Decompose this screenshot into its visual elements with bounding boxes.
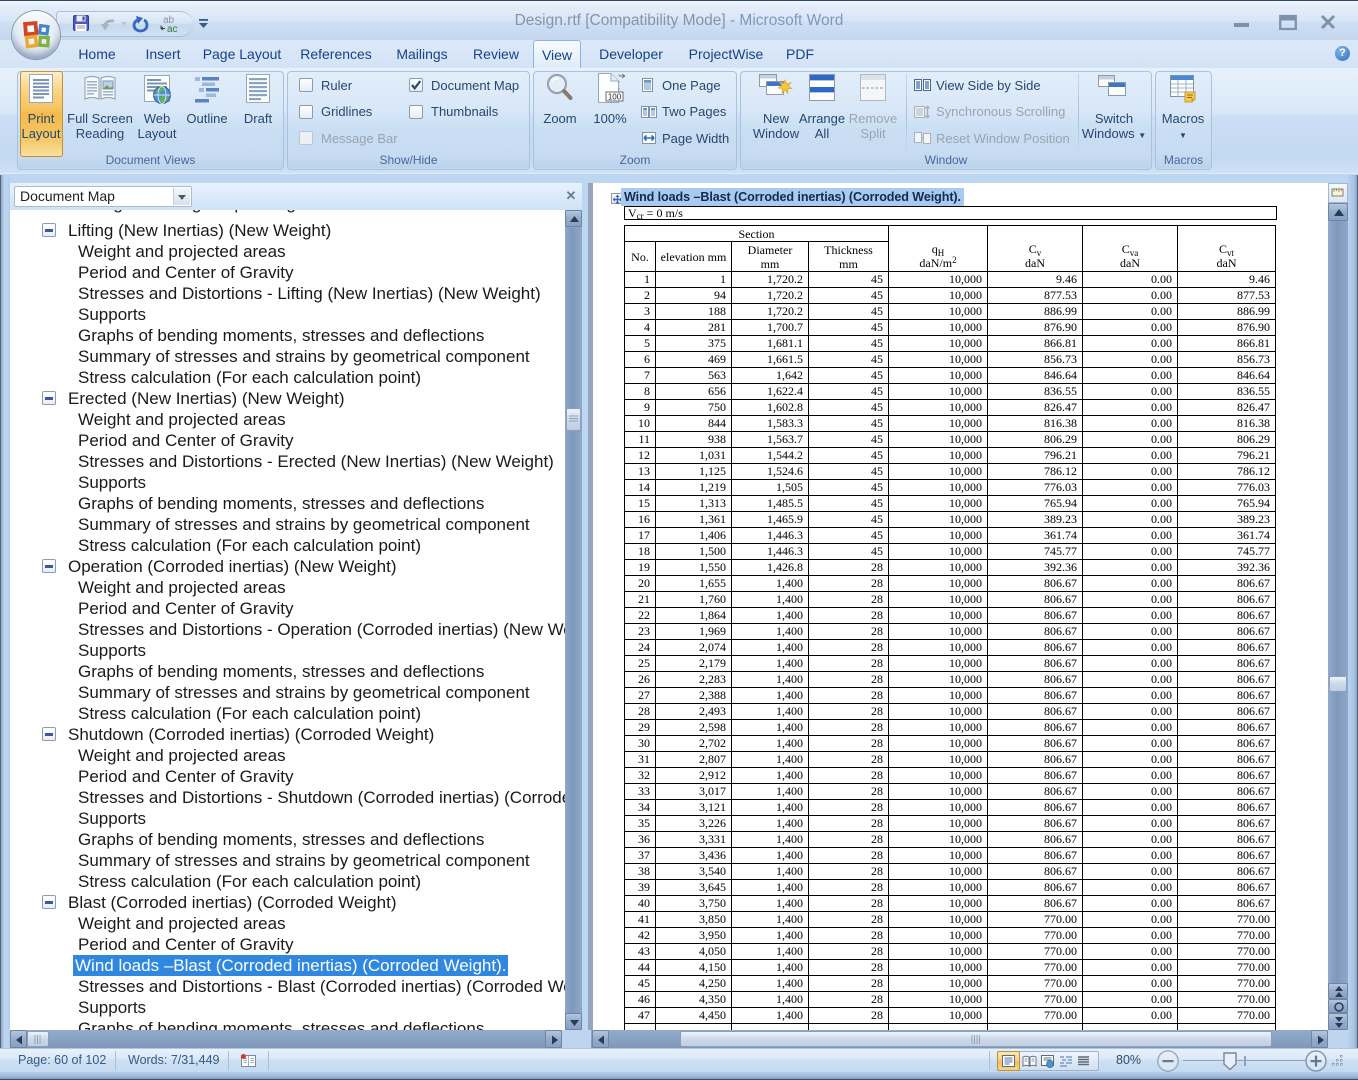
- svg-text:ac: ac: [167, 24, 178, 33]
- svg-text:100: 100: [608, 93, 622, 102]
